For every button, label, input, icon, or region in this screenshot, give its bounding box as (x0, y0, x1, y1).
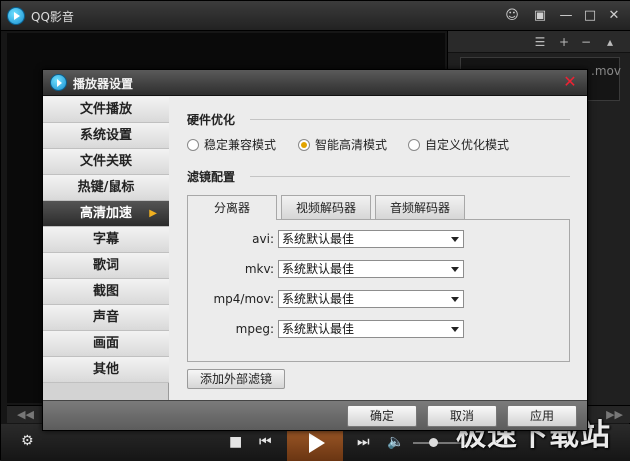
add-icon[interactable]: + (556, 34, 572, 50)
splitter-panel: avi: 系统默认最佳 mkv: 系统默认最佳 mp4/mov: 系统默认最佳 … (187, 219, 570, 362)
hardware-section-title: 硬件优化 (187, 113, 236, 127)
avi-label: avi: (252, 232, 274, 246)
settings-icon[interactable]: ⚙ (21, 433, 34, 449)
tab-splitter[interactable]: 分离器 (187, 195, 277, 220)
seek-back-icon[interactable]: ◀◀ (17, 408, 34, 421)
mp4-mov-label: mp4/mov: (213, 292, 274, 306)
nav-item-system[interactable]: 系统设置 (43, 123, 169, 149)
volume-icon[interactable]: 🔈 (387, 434, 404, 450)
radio-stable-mode[interactable]: 稳定兼容模式 (187, 137, 276, 153)
list-icon[interactable]: ☰ (532, 34, 548, 50)
dialog-title-bar: 播放器设置 ✕ (43, 70, 587, 96)
nav-item-sound[interactable]: 声音 (43, 305, 169, 331)
dialog-footer: 确定 取消 应用 (43, 400, 587, 430)
nav-item-other[interactable]: 其他 (43, 357, 169, 383)
mpeg-label: mpeg: (235, 322, 274, 336)
radio-circle-selected-icon (298, 139, 310, 151)
title-bar: QQ影音 ☺ ▣ — □ ✕ (1, 1, 630, 31)
maximize-icon[interactable]: □ (581, 7, 599, 25)
settings-nav: 文件播放 系统设置 文件关联 热键/鼠标 高清加速 ▶ 字幕 歌词 截图 声音 画… (43, 97, 169, 400)
prev-icon[interactable]: ⏮ (259, 434, 272, 450)
radio-smart-hd-mode[interactable]: 智能高清模式 (298, 137, 387, 153)
mp4-mov-select[interactable]: 系统默认最佳 (278, 290, 464, 308)
divider (250, 176, 570, 177)
filter-section-title: 滤镜配置 (187, 170, 236, 184)
apply-button[interactable]: 应用 (507, 405, 577, 427)
nav-arrow-icon: ▶ (149, 208, 157, 219)
close-icon[interactable]: ✕ (605, 7, 623, 25)
nav-item-subtitles[interactable]: 字幕 (43, 227, 169, 253)
nav-item-file-association[interactable]: 文件关联 (43, 149, 169, 175)
radio-custom-mode[interactable]: 自定义优化模式 (408, 137, 509, 153)
playlist-file-name: .mov (591, 64, 621, 78)
radio-circle-icon (187, 139, 199, 151)
app-logo-icon (7, 7, 25, 25)
chevron-down-icon (451, 237, 459, 242)
nav-item-hd-acceleration[interactable]: 高清加速 ▶ (43, 201, 169, 227)
stop-icon[interactable]: ■ (229, 434, 242, 450)
nav-item-hotkeys[interactable]: 热键/鼠标 (43, 175, 169, 201)
settings-dialog: 播放器设置 ✕ 文件播放 系统设置 文件关联 热键/鼠标 高清加速 ▶ 字幕 歌词… (42, 69, 588, 431)
dialog-title: 播放器设置 (73, 77, 134, 91)
dialog-close-icon[interactable]: ✕ (561, 73, 579, 91)
nav-item-screenshot[interactable]: 截图 (43, 279, 169, 305)
mkv-select[interactable]: 系统默认最佳 (278, 260, 464, 278)
chevron-down-icon (451, 267, 459, 272)
volume-slider-knob[interactable] (429, 438, 438, 447)
cancel-button[interactable]: 取消 (427, 405, 497, 427)
playlist-toolbar: ☰ + − ▴ (448, 31, 630, 53)
tab-audio-decoder[interactable]: 音频解码器 (375, 195, 465, 219)
tab-video-decoder[interactable]: 视频解码器 (281, 195, 371, 219)
avi-select[interactable]: 系统默认最佳 (278, 230, 464, 248)
chevron-down-icon (451, 327, 459, 332)
settings-content: 硬件优化 稳定兼容模式 智能高清模式 自定义优化模式 滤镜配置 分离器 视频解码… (170, 97, 587, 400)
remove-icon[interactable]: − (578, 34, 594, 50)
mkv-label: mkv: (244, 262, 274, 276)
ok-button[interactable]: 确定 (347, 405, 417, 427)
collapse-icon[interactable]: ▴ (602, 34, 618, 50)
mpeg-select[interactable]: 系统默认最佳 (278, 320, 464, 338)
minimize-icon[interactable]: — (557, 7, 575, 25)
nav-item-file-playback[interactable]: 文件播放 (43, 97, 169, 123)
radio-circle-icon (408, 139, 420, 151)
add-external-filter-button[interactable]: 添加外部滤镜 (187, 369, 285, 389)
app-title: QQ影音 (31, 10, 74, 24)
next-icon[interactable]: ⏭ (357, 434, 370, 450)
dialog-logo-icon (50, 74, 67, 91)
chevron-down-icon (451, 297, 459, 302)
nav-item-lyrics[interactable]: 歌词 (43, 253, 169, 279)
chat-icon[interactable]: ☺ (503, 7, 521, 25)
divider (250, 119, 570, 120)
nav-item-picture[interactable]: 画面 (43, 331, 169, 357)
menu-icon[interactable]: ▣ (531, 7, 549, 25)
